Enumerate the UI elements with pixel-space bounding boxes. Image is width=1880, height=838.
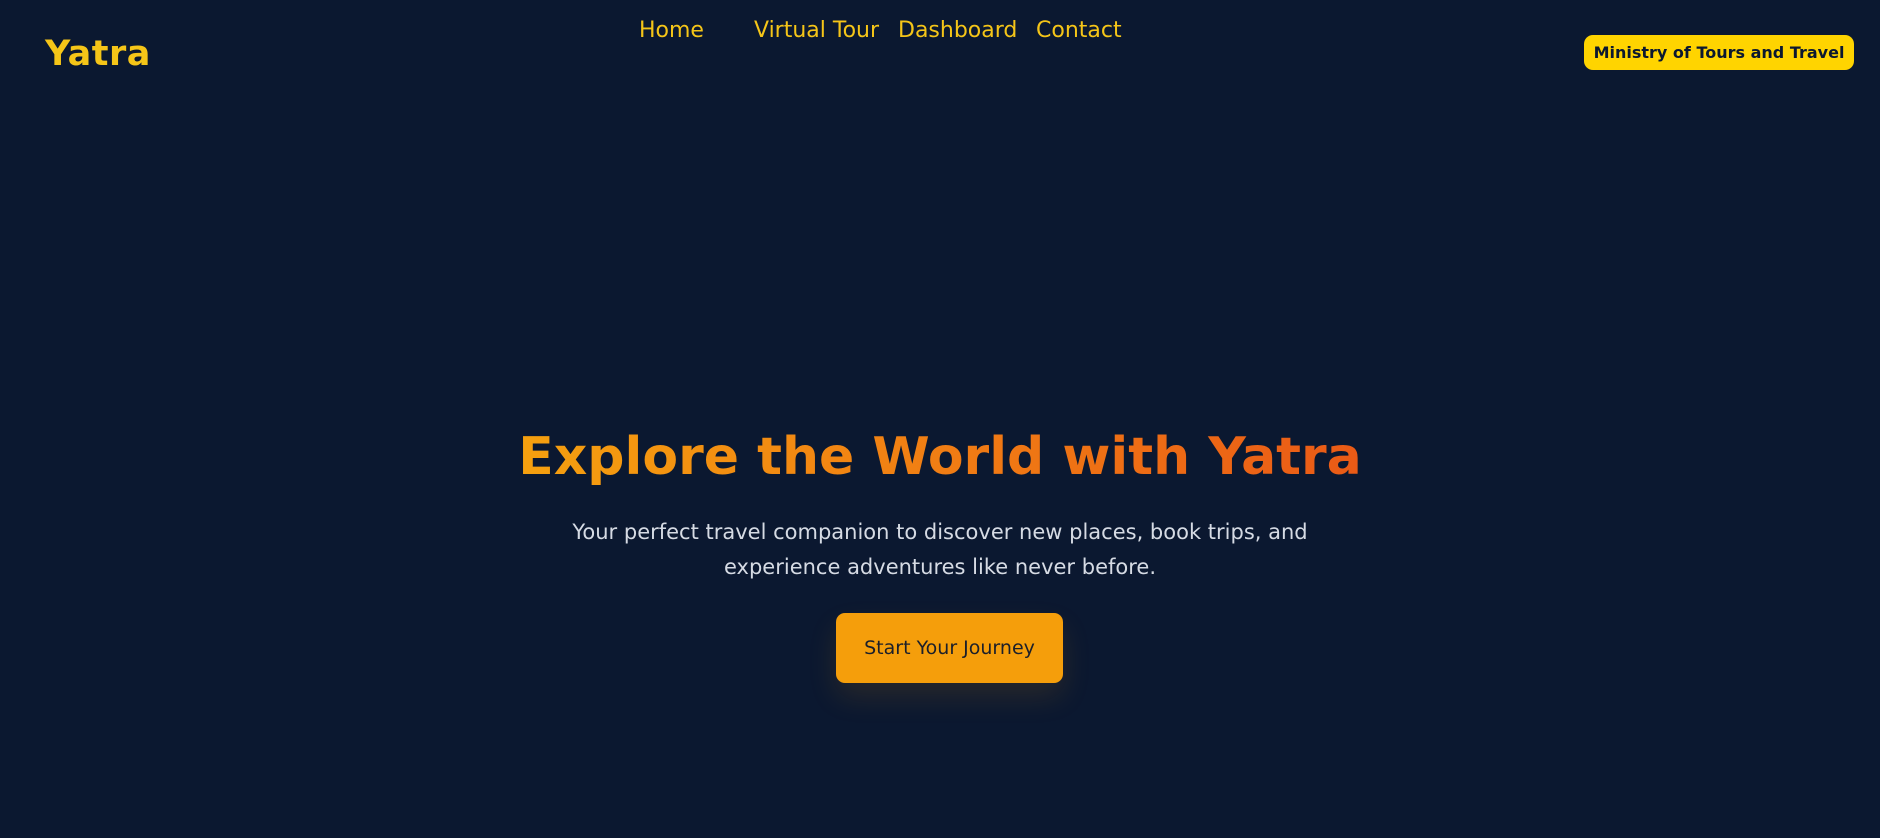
nav-dashboard-link[interactable]: Dashboard xyxy=(898,18,1017,43)
site-logo[interactable]: Yatra xyxy=(45,30,151,78)
nav-contact-link[interactable]: Contact xyxy=(1036,18,1122,43)
nav-virtual-tour-link[interactable]: Virtual Tour xyxy=(754,18,879,43)
start-journey-button[interactable]: Start Your Journey xyxy=(836,613,1063,683)
ministry-button[interactable]: Ministry of Tours and Travel xyxy=(1584,35,1854,70)
hero-title-text: Explore the World with Yatra xyxy=(518,427,1362,487)
hero-subtitle: Your perfect travel companion to discove… xyxy=(572,520,1308,579)
hero-title: Explore the World with Yatra xyxy=(0,424,1880,490)
nav-home-link[interactable]: Home xyxy=(639,18,704,43)
landing-page: Yatra Home Virtual Tour Dashboard Contac… xyxy=(0,0,1880,838)
